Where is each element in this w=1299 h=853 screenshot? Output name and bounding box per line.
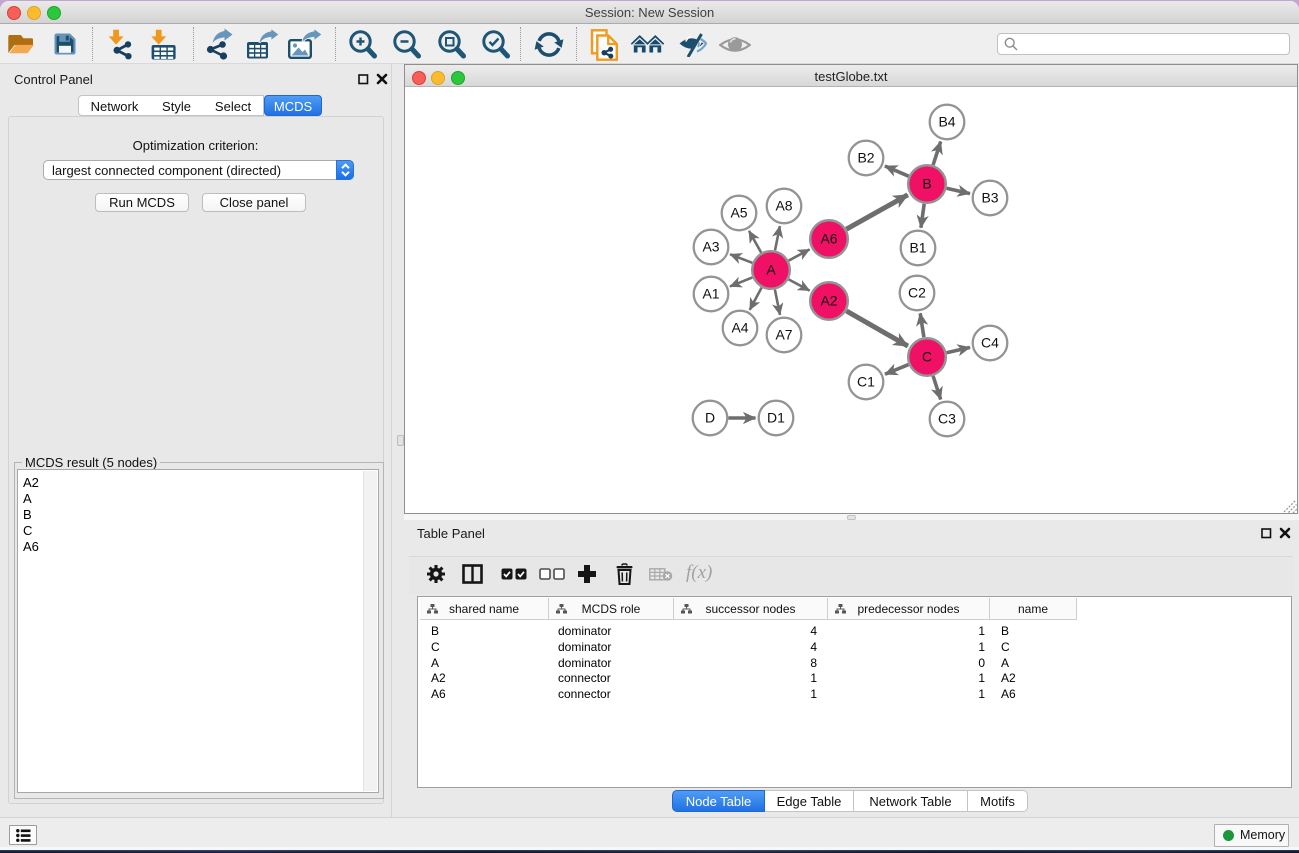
svg-text:A4: A4 bbox=[731, 320, 748, 336]
svg-text:C2: C2 bbox=[908, 285, 926, 301]
svg-text:A7: A7 bbox=[775, 327, 792, 343]
svg-text:D1: D1 bbox=[767, 410, 785, 426]
svg-text:C3: C3 bbox=[938, 411, 956, 427]
svg-text:C1: C1 bbox=[857, 374, 875, 390]
svg-text:D: D bbox=[705, 410, 715, 426]
svg-text:A: A bbox=[766, 262, 776, 278]
svg-text:A6: A6 bbox=[820, 231, 837, 247]
svg-text:A2: A2 bbox=[820, 293, 837, 309]
svg-text:C: C bbox=[922, 349, 932, 365]
svg-text:B2: B2 bbox=[857, 150, 874, 166]
svg-text:B1: B1 bbox=[909, 240, 926, 256]
svg-text:C4: C4 bbox=[981, 335, 999, 351]
svg-text:A8: A8 bbox=[775, 198, 792, 214]
svg-text:A5: A5 bbox=[730, 205, 747, 221]
svg-text:B3: B3 bbox=[981, 190, 998, 206]
svg-text:B4: B4 bbox=[938, 114, 955, 130]
svg-text:A3: A3 bbox=[702, 239, 719, 255]
svg-text:B: B bbox=[922, 176, 931, 192]
svg-text:A1: A1 bbox=[702, 286, 719, 302]
